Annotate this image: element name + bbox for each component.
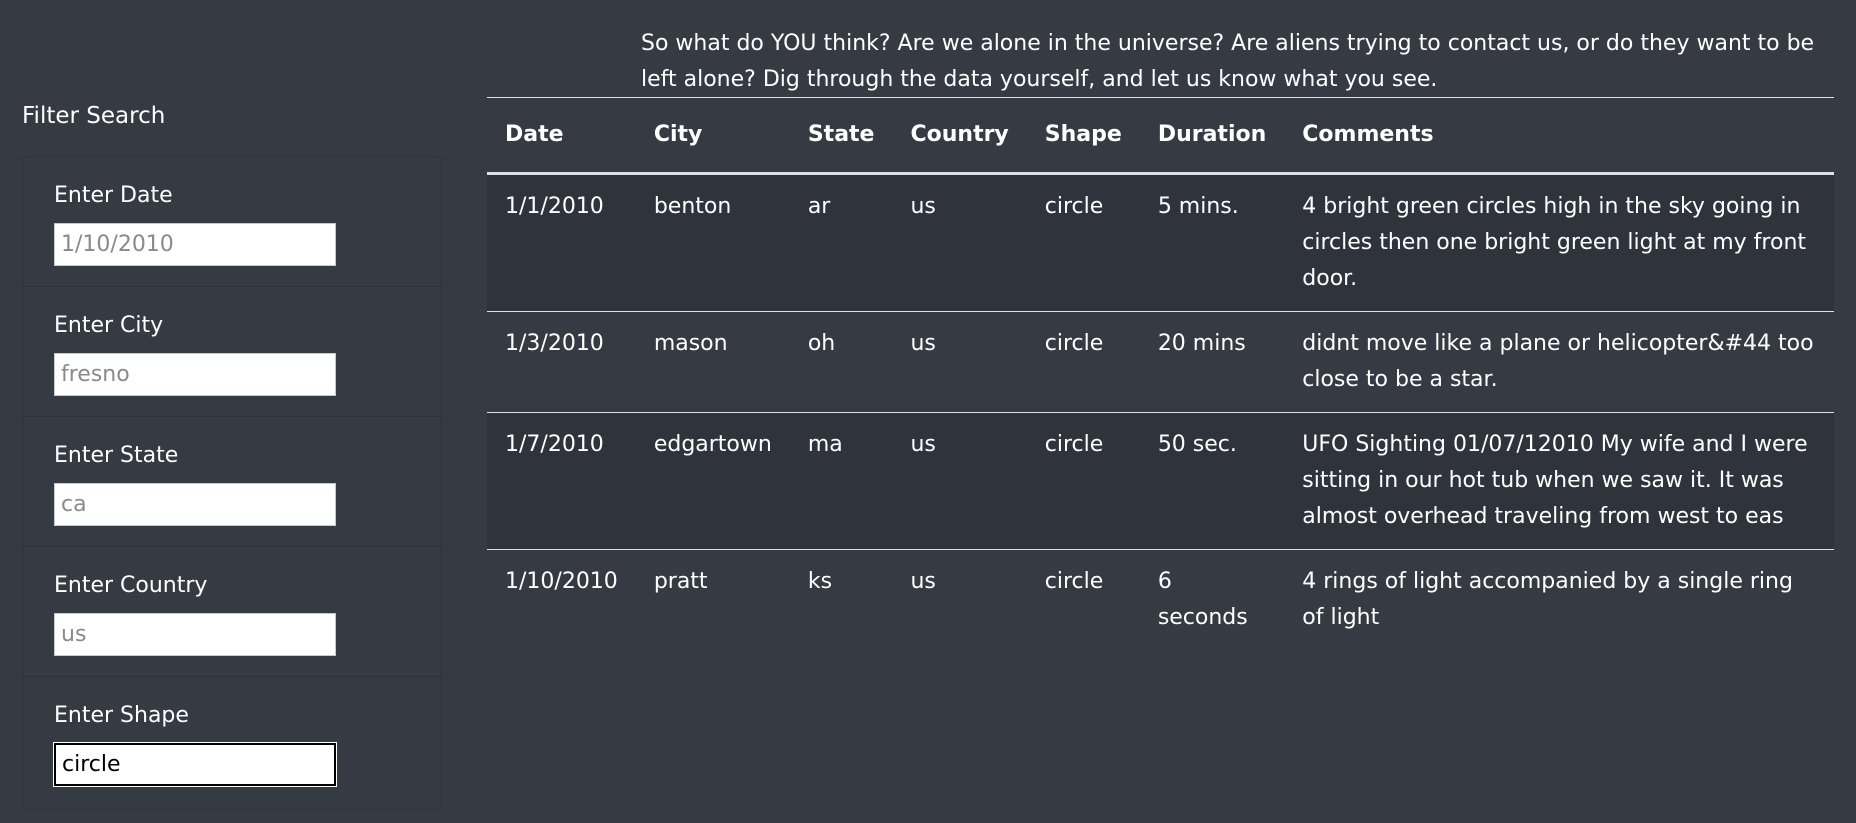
cell-comments: 4 bright green circles high in the sky g… xyxy=(1284,173,1834,312)
header-city: City xyxy=(635,97,790,175)
header-row: Date City State Country Shape Duration C… xyxy=(487,97,1834,175)
cell-date: 1/7/2010 xyxy=(487,412,636,550)
table-body: 1/1/2010 benton ar us circle 5 mins. 4 b… xyxy=(487,173,1834,651)
table-row: 1/7/2010 edgartown ma us circle 50 sec. … xyxy=(487,412,1834,550)
filter-item-date: Enter Date xyxy=(23,157,441,287)
cell-state: ma xyxy=(789,412,893,550)
table-row: 1/10/2010 pratt ks us circle 6 seconds 4… xyxy=(487,550,1834,651)
header-comments: Comments xyxy=(1284,97,1834,175)
filter-item-state: Enter State xyxy=(23,417,441,547)
date-input[interactable] xyxy=(54,223,336,266)
cell-shape: circle xyxy=(1026,311,1140,413)
cell-date: 1/3/2010 xyxy=(487,311,636,413)
cell-comments: didnt move like a plane or helicopter&#4… xyxy=(1284,311,1834,413)
table-row: 1/1/2010 benton ar us circle 5 mins. 4 b… xyxy=(487,173,1834,312)
cell-shape: circle xyxy=(1044,569,1104,594)
cell-country: us xyxy=(892,311,1027,413)
date-label: Enter Date xyxy=(54,183,173,208)
cell-state: ar xyxy=(789,173,893,312)
cell-country: us xyxy=(910,569,936,594)
cell-city: benton xyxy=(635,173,790,312)
shape-input[interactable] xyxy=(54,743,336,786)
cell-state: ks xyxy=(807,569,833,594)
table-header: Date City State Country Shape Duration C… xyxy=(487,97,1834,175)
shape-label: Enter Shape xyxy=(54,703,189,728)
country-input[interactable] xyxy=(54,613,336,656)
cell-duration: 20 mins xyxy=(1139,311,1285,413)
sightings-table: Date City State Country Shape Duration C… xyxy=(487,97,1834,650)
cell-comments: UFO Sighting 01/07/12010 My wife and I w… xyxy=(1284,412,1834,550)
state-label: Enter State xyxy=(54,443,179,468)
header-date: Date xyxy=(487,97,636,175)
country-label: Enter Country xyxy=(54,573,208,598)
cell-comments: 4 rings of light accompanied by a single… xyxy=(1302,569,1793,630)
cell-shape: circle xyxy=(1026,173,1140,312)
cell-city: pratt xyxy=(653,569,708,594)
filter-item-country: Enter Country xyxy=(23,547,441,677)
cell-duration: 6 seconds xyxy=(1157,569,1248,630)
table-row: 1/3/2010 mason oh us circle 20 mins didn… xyxy=(487,311,1834,413)
filter-panel: Enter Date Enter City Enter State Enter … xyxy=(22,156,442,810)
state-input[interactable] xyxy=(54,483,336,526)
intro-paragraph: So what do YOU think? Are we alone in th… xyxy=(641,31,1815,92)
cell-city: mason xyxy=(635,311,790,413)
cell-date: 1/10/2010 xyxy=(505,569,618,594)
header-country: Country xyxy=(892,97,1027,175)
cell-country: us xyxy=(892,173,1027,312)
filter-item-city: Enter City xyxy=(23,287,441,417)
header-duration: Duration xyxy=(1139,97,1285,175)
cell-duration: 5 mins. xyxy=(1139,173,1285,312)
header-shape: Shape xyxy=(1026,97,1140,175)
cell-shape: circle xyxy=(1026,412,1140,550)
cell-state: oh xyxy=(789,311,893,413)
city-input[interactable] xyxy=(54,353,336,396)
cell-country: us xyxy=(892,412,1027,550)
filter-item-shape: Enter Shape xyxy=(23,677,441,807)
header-state: State xyxy=(789,97,893,175)
city-label: Enter City xyxy=(54,313,164,338)
cell-date: 1/1/2010 xyxy=(487,173,636,312)
sightings-table-container: Date City State Country Shape Duration C… xyxy=(487,97,1834,650)
filter-search-title: Filter Search xyxy=(22,103,166,129)
cell-city: edgartown xyxy=(635,412,790,550)
cell-duration: 50 sec. xyxy=(1139,412,1285,550)
